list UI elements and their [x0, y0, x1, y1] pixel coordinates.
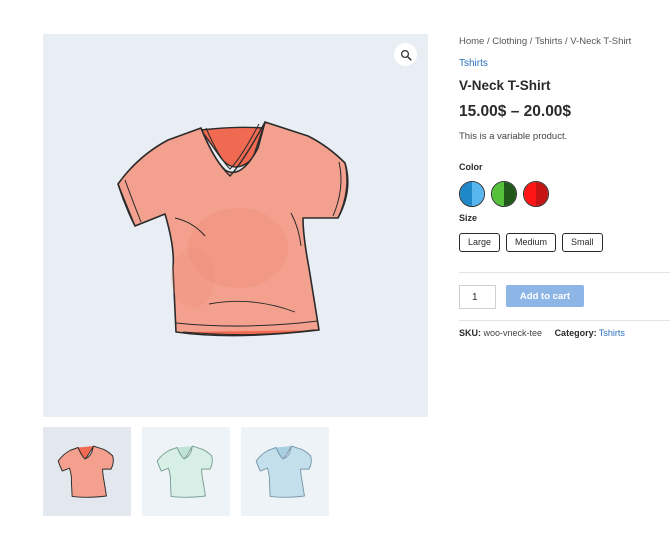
swatch-right-half — [504, 182, 516, 206]
category-link[interactable]: Tshirts — [459, 58, 488, 69]
meta-category-link[interactable]: Tshirts — [599, 328, 625, 338]
tshirt-thumbnail-image — [156, 445, 213, 498]
breadcrumb-home[interactable]: Home — [459, 36, 484, 47]
zoom-button[interactable] — [394, 43, 417, 66]
color-swatch-blue[interactable] — [459, 181, 485, 207]
size-options: Large Medium Small — [459, 233, 603, 252]
swatch-right-half — [536, 182, 548, 206]
breadcrumb: Home / Clothing / Tshirts / V-Neck T-Shi… — [459, 36, 631, 47]
thumbnail-coral[interactable] — [43, 427, 131, 516]
product-main-image[interactable] — [43, 34, 428, 417]
breadcrumb-separator: / — [527, 36, 535, 47]
swatch-left-half — [460, 182, 472, 206]
size-button-medium[interactable]: Medium — [506, 233, 557, 252]
tshirt-image — [117, 121, 349, 337]
size-button-small[interactable]: Small — [562, 233, 603, 252]
swatch-right-half — [472, 182, 484, 206]
swatch-left-half — [492, 182, 504, 206]
size-button-large[interactable]: Large — [459, 233, 501, 252]
product-meta: SKU: woo-vneck-tee Category: Tshirts — [459, 328, 625, 338]
magnifier-icon — [400, 49, 412, 61]
sku-label: SKU: — [459, 328, 481, 338]
thumbnail-sky[interactable] — [241, 427, 329, 516]
sku-value: woo-vneck-tee — [483, 328, 543, 338]
product-title: V-Neck T-Shirt — [459, 78, 551, 93]
color-swatch-green[interactable] — [491, 181, 517, 207]
meta-category-label: Category: — [554, 328, 597, 338]
color-swatches — [459, 181, 549, 207]
color-label: Color — [459, 162, 483, 172]
breadcrumb-clothing[interactable]: Clothing — [492, 36, 527, 47]
product-description: This is a variable product. — [459, 131, 568, 142]
breadcrumb-tshirts[interactable]: Tshirts — [535, 36, 562, 47]
size-label: Size — [459, 213, 478, 223]
tshirt-thumbnail-image — [57, 445, 114, 498]
quantity-input[interactable] — [459, 285, 496, 309]
tshirt-thumbnail-image — [255, 445, 312, 498]
color-swatch-red[interactable] — [523, 181, 549, 207]
divider — [459, 320, 670, 321]
breadcrumb-current: V-Neck T-Shirt — [570, 36, 632, 47]
thumbnail-mint[interactable] — [142, 427, 230, 516]
add-to-cart-button[interactable]: Add to cart — [506, 285, 584, 307]
product-price: 15.00$ – 20.00$ — [459, 103, 572, 120]
swatch-left-half — [524, 182, 536, 206]
divider — [459, 272, 670, 273]
